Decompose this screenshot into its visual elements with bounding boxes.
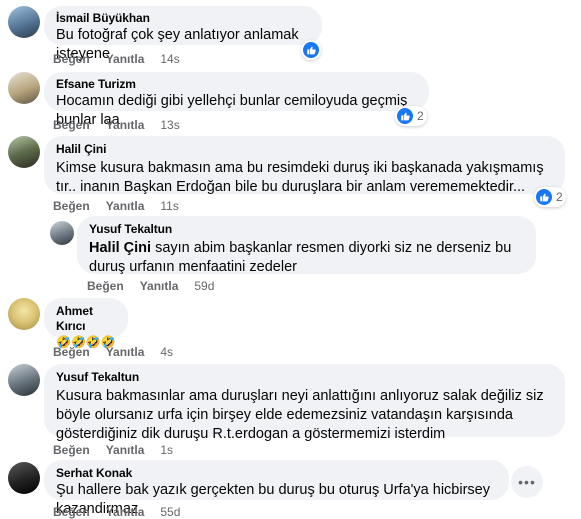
- comment-actions: Beğen Yanıtla 11s: [53, 199, 179, 213]
- avatar[interactable]: [8, 462, 40, 494]
- comment-author[interactable]: İsmail Büyükhan: [56, 11, 310, 26]
- more-options-button[interactable]: •••: [511, 466, 543, 498]
- comment-author[interactable]: Yusuf Tekaltun: [89, 222, 524, 237]
- like-link[interactable]: Beğen: [53, 199, 90, 213]
- timestamp[interactable]: 4s: [160, 345, 173, 359]
- avatar[interactable]: [8, 298, 40, 330]
- avatar[interactable]: [8, 6, 40, 38]
- comment-text: Kusura bakmasınlar ama duruşları neyi an…: [56, 388, 544, 442]
- comment-text: Halil Çini sayın abim başkanlar resmen d…: [89, 239, 524, 277]
- reply-link[interactable]: Yanıtla: [106, 199, 145, 213]
- reply-link[interactable]: Yanıtla: [106, 345, 145, 359]
- comment-bubble: Yusuf Tekaltun Halil Çini sayın abim baş…: [77, 216, 536, 277]
- timestamp[interactable]: 59d: [194, 279, 214, 293]
- comment-actions: Beğen Yanıtla 4s: [53, 345, 173, 359]
- comment-bubble: Efsane Turizm Hocamın dediği gibi yelleh…: [44, 72, 429, 128]
- reply-link[interactable]: Yanıtla: [106, 505, 145, 519]
- avatar[interactable]: [8, 72, 40, 104]
- timestamp[interactable]: 14s: [160, 52, 179, 66]
- like-link[interactable]: Beğen: [53, 118, 90, 132]
- comment-actions: Beğen Yanıtla 1s: [53, 443, 173, 457]
- comment-author[interactable]: Efsane Turizm: [56, 77, 417, 92]
- comment-author[interactable]: Serhat Konak: [56, 466, 497, 481]
- comment-author[interactable]: Halil Çini: [56, 142, 553, 157]
- comment-bubble: Ahmet Kırıcı 🤣🤣🤣🤣: [44, 298, 128, 349]
- comment-actions: Beğen Yanıtla 55d: [53, 505, 180, 519]
- avatar[interactable]: [8, 364, 40, 396]
- like-link[interactable]: Beğen: [87, 279, 124, 293]
- reaction-badge[interactable]: 2: [395, 106, 427, 126]
- reaction-badge[interactable]: 2: [534, 187, 566, 207]
- reaction-count: 2: [556, 190, 563, 204]
- comment-bubble: Halil Çini Kimse kusura bakmasın ama bu …: [44, 136, 565, 195]
- comment-actions: Beğen Yanıtla 13s: [53, 118, 180, 132]
- reaction-count: 2: [417, 109, 424, 123]
- comment-bubble: Yusuf Tekaltun Kusura bakmasınlar ama du…: [44, 364, 565, 442]
- comment-bubble: İsmail Büyükhan Bu fotoğraf çok şey anla…: [44, 6, 322, 62]
- comment-bubble: Serhat Konak Şu hallere bak yazık gerçek…: [44, 460, 509, 517]
- comment-actions: Beğen Yanıtla 59d: [87, 279, 214, 293]
- reply-link[interactable]: Yanıtla: [140, 279, 179, 293]
- more-icon: •••: [518, 474, 536, 490]
- comment-actions: Beğen Yanıtla 14s: [53, 52, 180, 66]
- like-link[interactable]: Beğen: [53, 345, 90, 359]
- timestamp[interactable]: 13s: [160, 118, 179, 132]
- like-link[interactable]: Beğen: [53, 52, 90, 66]
- timestamp[interactable]: 55d: [160, 505, 180, 519]
- comment-author[interactable]: Ahmet Kırıcı: [56, 304, 116, 334]
- like-link[interactable]: Beğen: [53, 443, 90, 457]
- reply-link[interactable]: Yanıtla: [106, 52, 145, 66]
- avatar[interactable]: [50, 221, 74, 245]
- comment-text: Kimse kusura bakmasın ama bu resimdeki d…: [56, 160, 544, 195]
- reply-link[interactable]: Yanıtla: [106, 443, 145, 457]
- like-link[interactable]: Beğen: [53, 505, 90, 519]
- reply-link[interactable]: Yanıtla: [106, 118, 145, 132]
- comment-author[interactable]: Yusuf Tekaltun: [56, 370, 553, 385]
- mention-link[interactable]: Halil Çini: [89, 240, 151, 256]
- reaction-badge[interactable]: [301, 40, 321, 60]
- like-icon: [397, 108, 413, 124]
- timestamp[interactable]: 1s: [160, 443, 173, 457]
- comment-text-body: sayın abim başkanlar resmen diyorki siz …: [89, 240, 512, 275]
- timestamp[interactable]: 11s: [160, 199, 178, 213]
- like-icon: [536, 189, 552, 205]
- like-icon: [303, 42, 319, 58]
- avatar[interactable]: [8, 136, 40, 168]
